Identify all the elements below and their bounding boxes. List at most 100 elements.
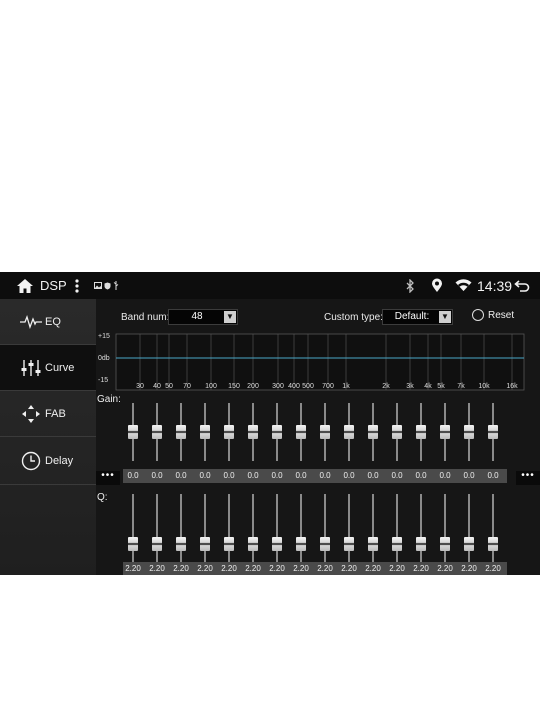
slider-knob[interactable] — [296, 537, 306, 552]
sidebar-item-fab[interactable]: FAB — [0, 391, 96, 437]
gain-scroll-left-button[interactable]: ••• — [96, 471, 120, 485]
slider-knob[interactable] — [272, 425, 282, 439]
gain-slider[interactable] — [200, 403, 210, 461]
slider-knob[interactable] — [224, 537, 234, 552]
slider-knob[interactable] — [344, 425, 354, 439]
slider-knob[interactable] — [440, 425, 450, 439]
q-slider[interactable] — [248, 494, 258, 562]
q-slider[interactable] — [440, 494, 450, 562]
reset-label: Reset — [488, 309, 515, 321]
curve-panel: Band num: 48 ▼ Custom type: Default: ▼ R… — [96, 299, 540, 575]
reset-button[interactable]: Reset — [472, 308, 514, 322]
slider-knob[interactable] — [176, 425, 186, 439]
slider-knob[interactable] — [392, 425, 402, 439]
slider-knob[interactable] — [200, 537, 210, 552]
slider-knob[interactable] — [128, 425, 138, 439]
slider-knob[interactable] — [200, 425, 210, 439]
more-vert-icon[interactable] — [73, 272, 81, 299]
gain-slider[interactable] — [128, 403, 138, 461]
slider-knob[interactable] — [488, 537, 498, 552]
y-tick-bottom: -15 — [98, 377, 108, 384]
x-tick-label: 400 — [288, 383, 300, 390]
x-tick-label: 3k — [406, 383, 414, 390]
sidebar-item-curve[interactable]: Curve — [0, 345, 96, 391]
slider-knob[interactable] — [272, 537, 282, 552]
y-tick-middle: 0db — [98, 355, 110, 362]
q-slider[interactable] — [128, 494, 138, 562]
slider-knob[interactable] — [320, 425, 330, 439]
notification-icons — [94, 272, 124, 299]
sidebar-item-delay[interactable]: Delay — [0, 437, 96, 485]
eq-curve-graph: +15 0db -15 30 40 50 70 100 150 200 300 400 500 70… — [98, 333, 525, 391]
band-num-select[interactable]: 48 ▼ — [168, 309, 238, 325]
q-slider[interactable] — [392, 494, 402, 562]
q-slider[interactable] — [152, 494, 162, 562]
gain-slider[interactable] — [152, 403, 162, 461]
q-slider[interactable] — [296, 494, 306, 562]
gain-slider[interactable] — [296, 403, 306, 461]
slider-knob[interactable] — [248, 425, 258, 439]
gain-slider[interactable] — [464, 403, 474, 461]
curve-plot-area — [115, 333, 525, 391]
gain-slider[interactable] — [488, 403, 498, 461]
slider-knob[interactable] — [416, 537, 426, 552]
slider-knob[interactable] — [248, 537, 258, 552]
wifi-icon — [455, 272, 473, 299]
slider-knob[interactable] — [464, 537, 474, 552]
gain-slider[interactable] — [272, 403, 282, 461]
custom-type-label: Custom type: — [324, 312, 383, 323]
slider-knob[interactable] — [320, 537, 330, 552]
q-slider[interactable] — [200, 494, 210, 562]
gain-slider[interactable] — [320, 403, 330, 461]
slider-knob[interactable] — [488, 425, 498, 439]
q-slider[interactable] — [176, 494, 186, 562]
slider-track — [396, 494, 398, 562]
sidebar-item-eq[interactable]: EQ — [0, 299, 96, 345]
clock: 14:39 — [477, 277, 513, 294]
q-slider[interactable] — [368, 494, 378, 562]
back-icon[interactable] — [514, 272, 532, 299]
slider-track — [276, 494, 278, 562]
slider-knob[interactable] — [296, 425, 306, 439]
slider-knob[interactable] — [224, 425, 234, 439]
slider-knob[interactable] — [128, 537, 138, 552]
slider-knob[interactable] — [368, 537, 378, 552]
slider-track — [444, 494, 446, 562]
q-slider[interactable] — [272, 494, 282, 562]
x-tick-label: 200 — [247, 383, 259, 390]
slider-knob[interactable] — [344, 537, 354, 552]
app-title: DSP — [40, 278, 67, 293]
gain-slider[interactable] — [344, 403, 354, 461]
x-tick-label: 4k — [424, 383, 432, 390]
slider-knob[interactable] — [416, 425, 426, 439]
q-slider[interactable] — [464, 494, 474, 562]
gain-slider[interactable] — [176, 403, 186, 461]
slider-track — [156, 494, 158, 562]
gain-slider[interactable] — [224, 403, 234, 461]
x-tick-label: 100 — [205, 383, 217, 390]
home-icon[interactable] — [16, 272, 36, 299]
x-tick-label: 150 — [228, 383, 240, 390]
slider-knob[interactable] — [440, 537, 450, 552]
slider-knob[interactable] — [152, 537, 162, 552]
q-slider[interactable] — [224, 494, 234, 562]
q-slider[interactable] — [344, 494, 354, 562]
gain-slider[interactable] — [248, 403, 258, 461]
slider-track — [228, 494, 230, 562]
slider-knob[interactable] — [392, 537, 402, 552]
q-slider[interactable] — [416, 494, 426, 562]
slider-knob[interactable] — [176, 537, 186, 552]
gain-slider[interactable] — [440, 403, 450, 461]
custom-type-select[interactable]: Default: ▼ — [382, 309, 453, 325]
q-slider[interactable] — [320, 494, 330, 562]
gain-slider[interactable] — [368, 403, 378, 461]
q-sliders — [96, 494, 540, 562]
slider-knob[interactable] — [152, 425, 162, 439]
slider-knob[interactable] — [368, 425, 378, 439]
q-slider[interactable] — [488, 494, 498, 562]
gain-scroll-right-button[interactable]: ••• — [516, 471, 540, 485]
gain-slider[interactable] — [392, 403, 402, 461]
slider-knob[interactable] — [464, 425, 474, 439]
slider-track — [180, 494, 182, 562]
gain-slider[interactable] — [416, 403, 426, 461]
